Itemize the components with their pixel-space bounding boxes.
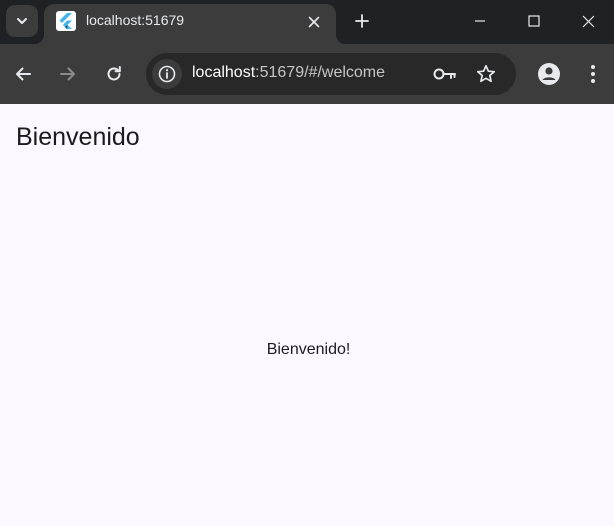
bookmark-button[interactable] xyxy=(474,62,498,86)
new-tab-button[interactable] xyxy=(350,9,374,33)
close-icon xyxy=(582,15,594,27)
info-icon xyxy=(158,65,176,83)
plus-icon xyxy=(355,14,369,28)
more-vert-icon xyxy=(591,65,595,83)
forward-button[interactable] xyxy=(52,58,84,90)
key-icon xyxy=(433,68,456,80)
browser-menu-button[interactable] xyxy=(583,60,603,88)
person-icon xyxy=(538,63,560,85)
url-host: localhost xyxy=(192,64,256,81)
url-path: :51679/#/welcome xyxy=(255,64,386,81)
arrow-left-icon xyxy=(16,67,31,81)
tab-title: localhost:51679 xyxy=(86,12,185,28)
password-manager-button[interactable] xyxy=(432,62,458,86)
browser-toolbar: localhost:51679/#/welcome xyxy=(0,44,614,104)
reload-button[interactable] xyxy=(98,58,130,90)
address-bar[interactable]: localhost:51679/#/welcome xyxy=(146,53,516,95)
arrow-right-icon xyxy=(60,67,75,81)
profile-button[interactable] xyxy=(536,61,562,87)
tab-close-button[interactable] xyxy=(304,12,324,32)
close-icon xyxy=(308,16,320,28)
welcome-message: Bienvenido! xyxy=(266,341,351,358)
star-icon xyxy=(476,64,496,83)
maximize-icon xyxy=(528,15,540,27)
browser-tab-active[interactable]: localhost:51679 xyxy=(34,4,346,44)
site-info-button[interactable] xyxy=(152,59,182,89)
app-page: Bienvenido Bienvenido! xyxy=(0,104,614,526)
back-button[interactable] xyxy=(7,58,39,90)
reload-icon xyxy=(107,66,121,81)
window-close-button[interactable] xyxy=(573,6,603,36)
url-text[interactable]: localhost:51679/#/welcome xyxy=(192,64,385,82)
tab-search-button[interactable] xyxy=(6,5,38,37)
minimize-icon xyxy=(475,20,485,22)
chevron-down-icon xyxy=(17,18,27,24)
app-bar-title: Bienvenido xyxy=(16,123,140,151)
browser-tab-strip: localhost:51679 xyxy=(0,0,614,44)
flutter-logo-icon xyxy=(56,11,76,31)
window-maximize-button[interactable] xyxy=(519,6,549,36)
window-minimize-button[interactable] xyxy=(465,6,495,36)
